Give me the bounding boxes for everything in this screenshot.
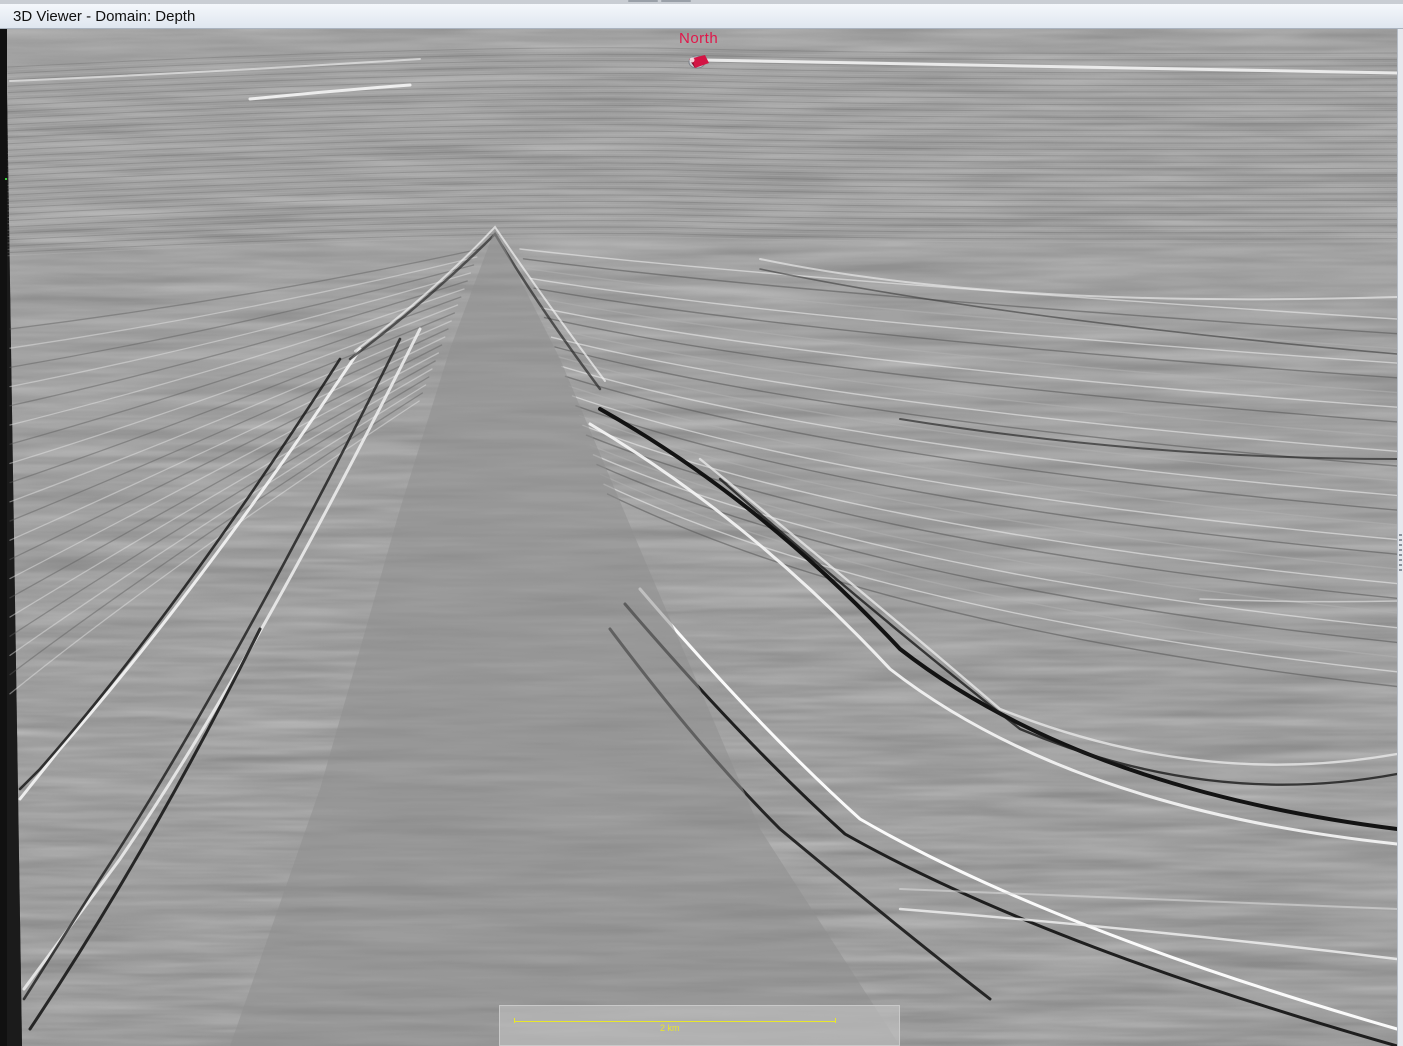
- scale-bar-tick-start: [514, 1018, 515, 1023]
- viewer-left-rail: [0, 29, 7, 1046]
- north-compass-label: North: [679, 30, 719, 47]
- scale-bar: 2 km: [499, 1005, 900, 1046]
- splitter-grip-left[interactable]: [628, 0, 658, 2]
- viewer-titlebar[interactable]: 3D Viewer - Domain: Depth: [0, 4, 1403, 29]
- window-title: 3D Viewer - Domain: Depth: [13, 8, 196, 25]
- north-arrow-icon[interactable]: [683, 49, 713, 73]
- scale-bar-line: [514, 1021, 836, 1022]
- scale-bar-label: 2 km: [660, 1023, 680, 1033]
- resize-grip-icon: [1399, 534, 1402, 574]
- scale-bar-tick-end: [835, 1018, 836, 1023]
- seismic-section-image: [0, 29, 1399, 1046]
- 3d-viewport[interactable]: North 2 km: [0, 29, 1403, 1046]
- panel-resize-handle[interactable]: [1397, 29, 1403, 1046]
- splitter-grip-right[interactable]: [661, 0, 691, 2]
- left-rail-tick: [5, 178, 7, 180]
